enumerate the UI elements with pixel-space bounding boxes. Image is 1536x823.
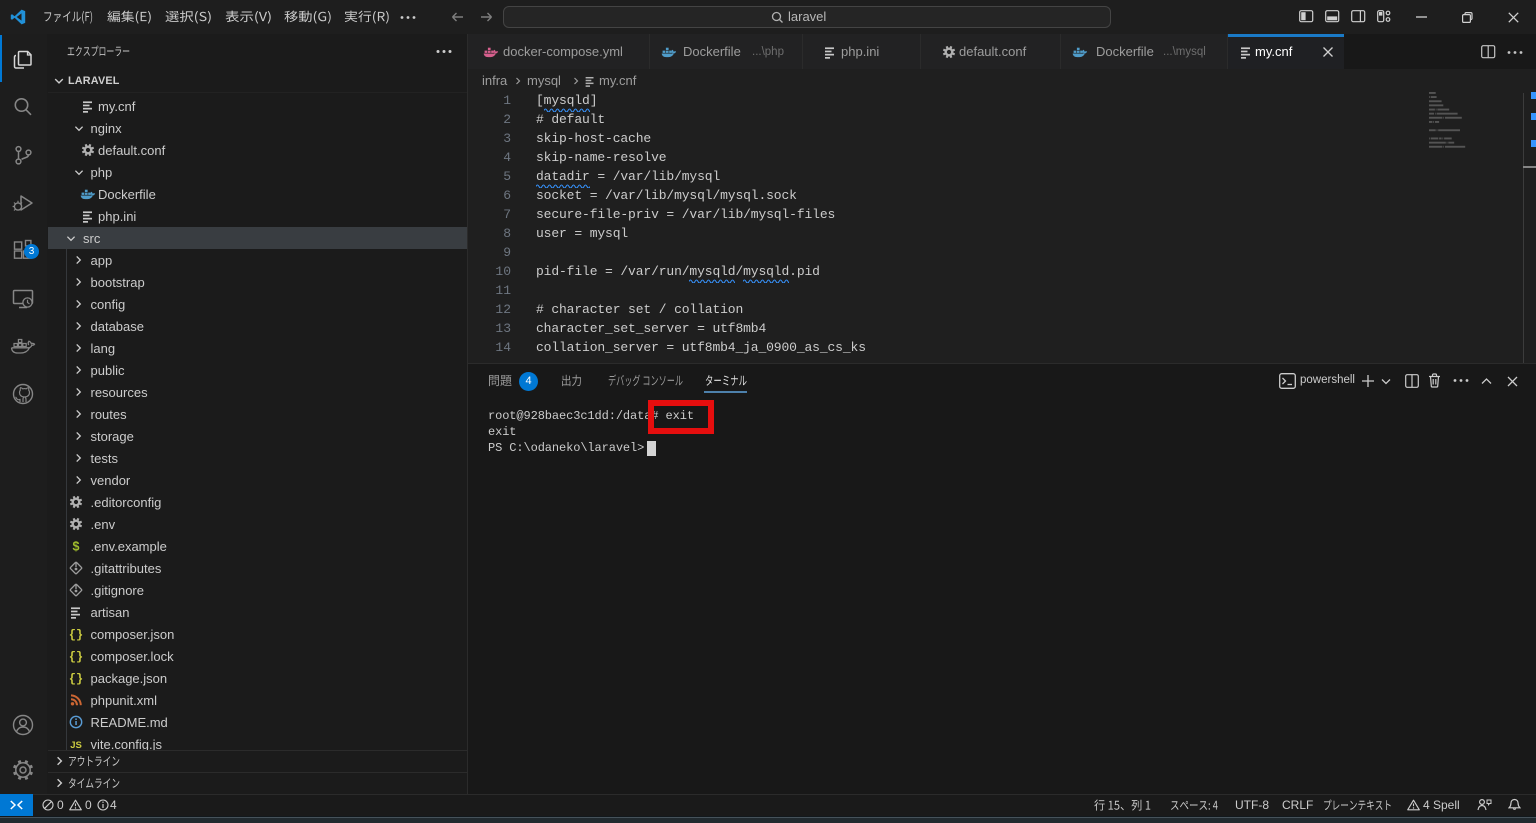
svg-text:$: $	[73, 540, 80, 554]
svg-text:JS: JS	[70, 740, 82, 750]
svg-text:{}: {}	[69, 628, 83, 642]
svg-text:{}: {}	[69, 672, 83, 686]
svg-text:{}: {}	[69, 650, 83, 664]
